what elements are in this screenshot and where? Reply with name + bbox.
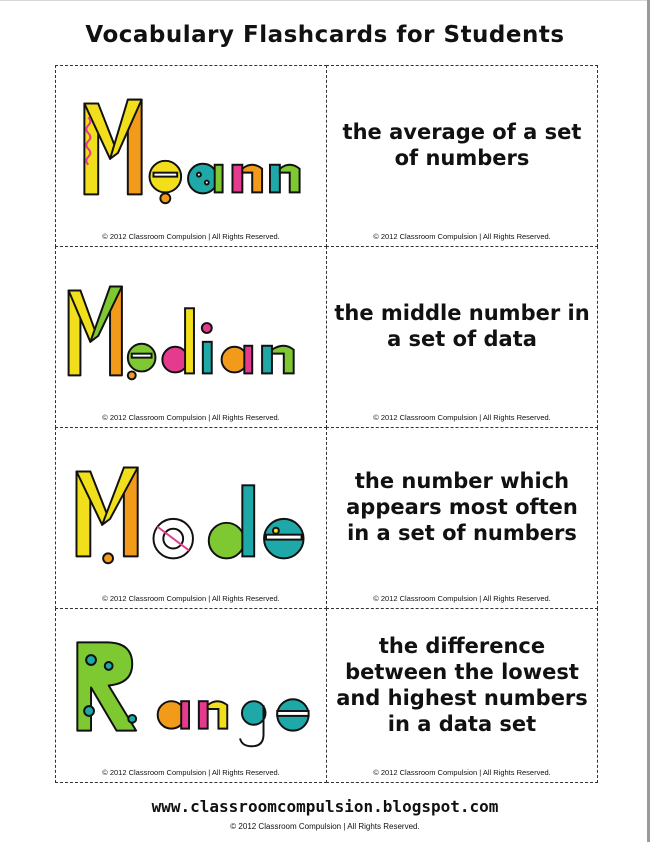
word-art-mean: [62, 70, 320, 224]
card-copyright: © 2012 Classroom Compulsion | All Rights…: [373, 594, 551, 603]
definition-card-mode: the number which appears most often in a…: [326, 427, 598, 609]
word-art-median: [62, 251, 320, 405]
word-art-mean-svg: [83, 98, 301, 205]
card-copyright: © 2012 Classroom Compulsion | All Rights…: [102, 768, 280, 777]
definition-card-mean: the average of a set of numbers © 2012 C…: [326, 65, 598, 247]
word-card-range: © 2012 Classroom Compulsion | All Rights…: [55, 608, 327, 783]
card-copyright: © 2012 Classroom Compulsion | All Rights…: [373, 768, 551, 777]
definition-text: the middle number in a set of data: [334, 301, 590, 351]
definition-card-range: the difference between the lowest and hi…: [326, 608, 598, 783]
word-card-mean: © 2012 Classroom Compulsion | All Rights…: [55, 65, 327, 247]
card-copyright: © 2012 Classroom Compulsion | All Rights…: [102, 413, 280, 422]
card-copyright: © 2012 Classroom Compulsion | All Rights…: [373, 413, 551, 422]
word-card-mode: © 2012 Classroom Compulsion | All Rights…: [55, 427, 327, 609]
page-title: Vocabulary Flashcards for Students: [85, 22, 565, 48]
word-art-mode: [62, 432, 320, 586]
word-art-range: [62, 613, 320, 760]
word-art-range-svg: [76, 641, 310, 748]
card-copyright: © 2012 Classroom Compulsion | All Rights…: [373, 232, 551, 241]
word-art-mode-svg: [75, 466, 305, 565]
blog-url: www.classroomcompulsion.blogspot.com: [151, 797, 499, 816]
definition-text: the number which appears most often in a…: [346, 469, 578, 545]
word-card-median: © 2012 Classroom Compulsion | All Rights…: [55, 246, 327, 428]
definition-text: the difference between the lowest and hi…: [336, 633, 588, 736]
word-art-median-svg: [67, 285, 295, 381]
definition-card-median: the middle number in a set of data © 201…: [326, 246, 598, 428]
definition-text: the average of a set of numbers: [342, 120, 582, 170]
card-copyright: © 2012 Classroom Compulsion | All Rights…: [102, 594, 280, 603]
flashcard-grid: © 2012 Classroom Compulsion | All Rights…: [55, 65, 598, 783]
page-copyright: © 2012 Classroom Compulsion | All Rights…: [230, 822, 420, 831]
card-copyright: © 2012 Classroom Compulsion | All Rights…: [102, 232, 280, 241]
